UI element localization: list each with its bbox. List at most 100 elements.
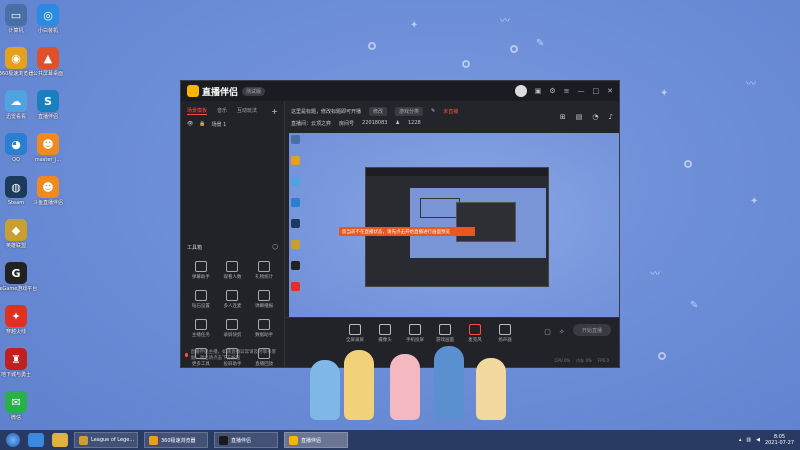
record-icon[interactable]: ▢: [544, 328, 551, 336]
douyu-icon-glyph: ☻: [37, 176, 59, 198]
notification-icon[interactable]: ♪: [609, 113, 613, 121]
edit-icon[interactable]: ✎: [431, 108, 435, 114]
share-icon[interactable]: ▤: [576, 113, 583, 121]
clock-date: 2021-07-27: [764, 440, 794, 446]
avatar[interactable]: [514, 85, 527, 97]
gift-icon[interactable]: ⊞: [560, 113, 566, 121]
live-status: 未直播: [443, 108, 459, 115]
cart-icon[interactable]: ◔: [592, 113, 598, 121]
tab-interactive[interactable]: 互动玩法: [237, 107, 257, 115]
deco-circle: [368, 42, 376, 50]
tool-icon: [194, 319, 207, 330]
start-button[interactable]: [6, 433, 20, 447]
title-controls: ▣ ⚙ ≡ — □ ✕: [514, 85, 613, 97]
settings-icon[interactable]: ⚙: [549, 87, 555, 95]
ie-icon[interactable]: [28, 433, 44, 447]
start-live-button[interactable]: 开始直播: [573, 324, 611, 336]
tab-scenes[interactable]: 场景模板: [187, 107, 208, 115]
dnf-icon[interactable]: ♜ 地下城与勇士: [0, 348, 38, 378]
close-icon[interactable]: ✕: [607, 87, 613, 95]
lol-icon-glyph: ◆: [5, 219, 27, 241]
xunlei-icon-glyph: ☁: [5, 90, 27, 112]
tool-label: 数据助手: [255, 333, 274, 338]
tool-item[interactable]: 钻石设置: [185, 290, 217, 309]
app-logo: 直播伴侣: [187, 85, 238, 98]
tool-icon: [226, 261, 239, 272]
taskbar-item-label: League of Lege...: [91, 437, 135, 443]
zhibo-icon[interactable]: S 直播伴侣: [26, 90, 70, 120]
tool-item[interactable]: 数据助手: [248, 319, 280, 338]
toolbox-header: 工具箱 ◯: [187, 244, 278, 251]
wallpaper-cartoon: [300, 340, 530, 420]
performance-stats: CPU 0% 内存 0% FPS 0: [555, 358, 609, 364]
desktop-icon-label: 微信: [10, 415, 21, 421]
toolbox-more-icon[interactable]: ◯: [272, 244, 278, 251]
tool-item[interactable]: 弹幕助手: [185, 261, 217, 280]
wechat-icon[interactable]: ✉ 微信: [0, 391, 38, 421]
taskbar-item[interactable]: 360极速浏览器: [144, 432, 208, 448]
skin-icon[interactable]: ▣: [535, 87, 542, 95]
wegame-icon-glyph: G: [5, 262, 27, 284]
add-tab-button[interactable]: +: [271, 107, 278, 116]
effects-icon[interactable]: ✧: [559, 328, 565, 336]
category-field[interactable]: 游戏分类: [395, 106, 424, 116]
scene-item[interactable]: 👁 🔒 场景 1: [181, 115, 284, 134]
tool-item[interactable]: 多人连麦: [217, 290, 249, 309]
deco-circle: [510, 45, 518, 53]
deco-circle: [462, 60, 470, 68]
tool-label: 弹幕播报: [255, 304, 274, 309]
desktop-icon-label: master_j...: [34, 157, 62, 163]
volume-icon[interactable]: ◀: [756, 437, 760, 443]
deco-mark: ✦: [410, 20, 419, 31]
live-companion-window[interactable]: 直播伴侣 测试版 ▣ ⚙ ≡ — □ ✕ 场景模板 音乐 互动玩法 + 👁 🔒 …: [180, 80, 620, 368]
lol-icon[interactable]: ◆ 英雄联盟: [0, 219, 38, 249]
room-id: 22018083: [362, 120, 388, 126]
tool-icon: [258, 319, 271, 330]
deco-mark: ✎: [690, 300, 699, 311]
master-icon[interactable]: ☻ master_j...: [26, 133, 70, 163]
computer-icon-glyph: ▭: [5, 4, 27, 26]
maximize-icon[interactable]: □: [593, 87, 600, 95]
tool-label: 更多工具: [191, 362, 210, 367]
tool-icon: [194, 261, 207, 272]
fps-stat: FPS 0: [597, 358, 609, 363]
cf-icon[interactable]: ✦ 穿越火线: [0, 305, 38, 335]
tool-item[interactable]: 观看人数: [217, 261, 249, 280]
tray-up-icon[interactable]: ▴: [739, 437, 742, 443]
edit-title-button[interactable]: 修改: [369, 106, 388, 116]
clock[interactable]: 8:05 2021-07-27: [765, 434, 794, 446]
desktop-icon-label: 地下城与勇士: [0, 372, 31, 378]
tool-label: 投屏助手: [223, 362, 242, 367]
minimize-icon[interactable]: —: [578, 87, 585, 95]
taskbar-item[interactable]: League of Lege...: [74, 432, 138, 448]
public-desk-icon[interactable]: ▲ 公共屏幕桌面: [26, 47, 70, 77]
title-bar[interactable]: 直播伴侣 测试版 ▣ ⚙ ≡ — □ ✕: [181, 81, 619, 101]
taskbar-app-icon: [79, 435, 88, 445]
folder-icon[interactable]: [52, 433, 68, 447]
deco-mark: 〰: [746, 79, 756, 90]
taskbar-app-icon: [219, 435, 228, 445]
taskbar-item[interactable]: 直播伴侣: [284, 432, 348, 448]
tab-music[interactable]: 音乐: [217, 107, 227, 115]
app-name: 直播伴侣: [202, 87, 239, 98]
tool-label: 观看人数: [223, 275, 242, 280]
preview-canvas[interactable]: 您当前不在直播状态，请先点击开始直播进行画面预览: [289, 133, 619, 319]
tool-item[interactable]: 弹幕播报: [248, 290, 280, 309]
network-icon[interactable]: ▥: [746, 437, 751, 443]
taskbar-item[interactable]: 直播伴侣: [214, 432, 278, 448]
xiaobai-icon[interactable]: ◎ 小白装机: [26, 4, 70, 34]
wegame-icon[interactable]: G WeGame游戏平台: [0, 262, 38, 292]
cartoon-figure: [344, 350, 374, 420]
live-info-bar: 这里是标题，修改标题即可开播 修改 游戏分类 ✎ 未直播 直播间：云顶之弈 房间…: [285, 101, 619, 133]
tool-item[interactable]: 主播任务: [185, 319, 217, 338]
menu-icon[interactable]: ≡: [564, 87, 570, 95]
eye-icon[interactable]: 👁: [187, 121, 193, 128]
tool-item[interactable]: 礼物统计: [248, 261, 280, 280]
tool-item[interactable]: 录屏快剪: [217, 319, 249, 338]
taskbar: League of Lege... 360极速浏览器 直播伴侣 直播伴侣 ▴ ▥ ◀ …: [0, 430, 800, 450]
douyu-icon[interactable]: ☻ 斗鱼直播伴侣: [26, 176, 70, 206]
left-panel: 场景模板 音乐 互动玩法 + 👁 🔒 场景 1 工具箱 ◯ 弹幕助手 观看人数 礼物…: [181, 101, 285, 367]
fans-icon: ♟: [395, 120, 400, 126]
camera-icon: [379, 324, 391, 335]
lock-icon[interactable]: 🔒: [199, 121, 205, 128]
